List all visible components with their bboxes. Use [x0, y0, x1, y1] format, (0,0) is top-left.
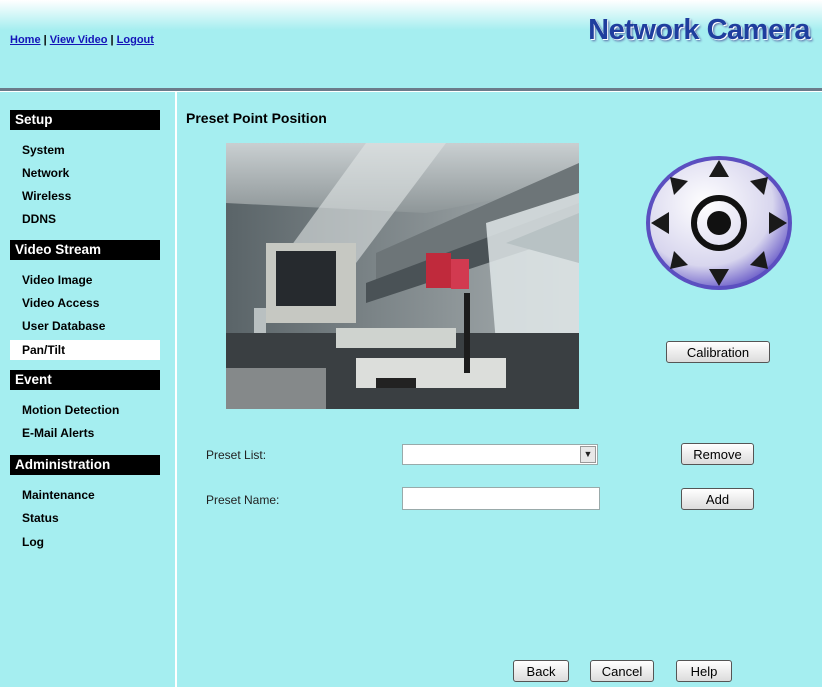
live-video-feed	[226, 143, 579, 409]
sidebar-item-video-access[interactable]: Video Access	[22, 296, 99, 310]
sidebar-divider	[175, 92, 177, 687]
home-link[interactable]: Home	[10, 34, 41, 46]
preset-list-label: Preset List:	[206, 448, 267, 462]
preset-list-select[interactable]: ▼	[402, 444, 598, 465]
logout-link[interactable]: Logout	[117, 34, 154, 46]
section-header-event: Event	[10, 370, 160, 390]
brand-logo-text: Network Camera	[588, 14, 810, 46]
view-video-link[interactable]: View Video	[50, 34, 108, 46]
section-header-administration: Administration	[10, 455, 160, 475]
preset-name-label: Preset Name:	[206, 493, 280, 507]
sidebar-item-status[interactable]: Status	[22, 511, 59, 525]
cancel-button[interactable]: Cancel	[590, 660, 654, 682]
remove-button[interactable]: Remove	[681, 443, 754, 465]
nav-separator: |	[110, 34, 114, 46]
sidebar-item-video-image[interactable]: Video Image	[22, 273, 92, 287]
sidebar-item-email-alerts[interactable]: E-Mail Alerts	[22, 426, 94, 440]
header-divider	[0, 88, 822, 92]
sidebar-item-ddns[interactable]: DDNS	[22, 212, 56, 226]
sidebar-item-network[interactable]: Network	[22, 166, 69, 180]
pan-tilt-control[interactable]	[645, 155, 793, 291]
sidebar-item-log[interactable]: Log	[22, 535, 44, 549]
sidebar-item-motion-detection[interactable]: Motion Detection	[22, 403, 119, 417]
chevron-down-icon[interactable]: ▼	[580, 446, 596, 463]
help-button[interactable]: Help	[676, 660, 732, 682]
back-button[interactable]: Back	[513, 660, 569, 682]
section-header-setup: Setup	[10, 110, 160, 130]
sidebar-item-maintenance[interactable]: Maintenance	[22, 488, 95, 502]
preset-name-input[interactable]	[402, 487, 600, 510]
sidebar-item-system[interactable]: System	[22, 143, 65, 157]
page-title: Preset Point Position	[186, 110, 327, 126]
sidebar-item-pan-tilt[interactable]: Pan/Tilt	[10, 340, 160, 360]
section-header-video-stream: Video Stream	[10, 240, 160, 260]
top-nav-links: Home | View Video | Logout	[10, 34, 154, 46]
camera-image	[226, 143, 579, 409]
nav-separator: |	[43, 34, 47, 46]
sidebar-item-wireless[interactable]: Wireless	[22, 189, 71, 203]
sidebar-item-user-database[interactable]: User Database	[22, 319, 105, 333]
calibration-button[interactable]: Calibration	[666, 341, 770, 363]
add-button[interactable]: Add	[681, 488, 754, 510]
